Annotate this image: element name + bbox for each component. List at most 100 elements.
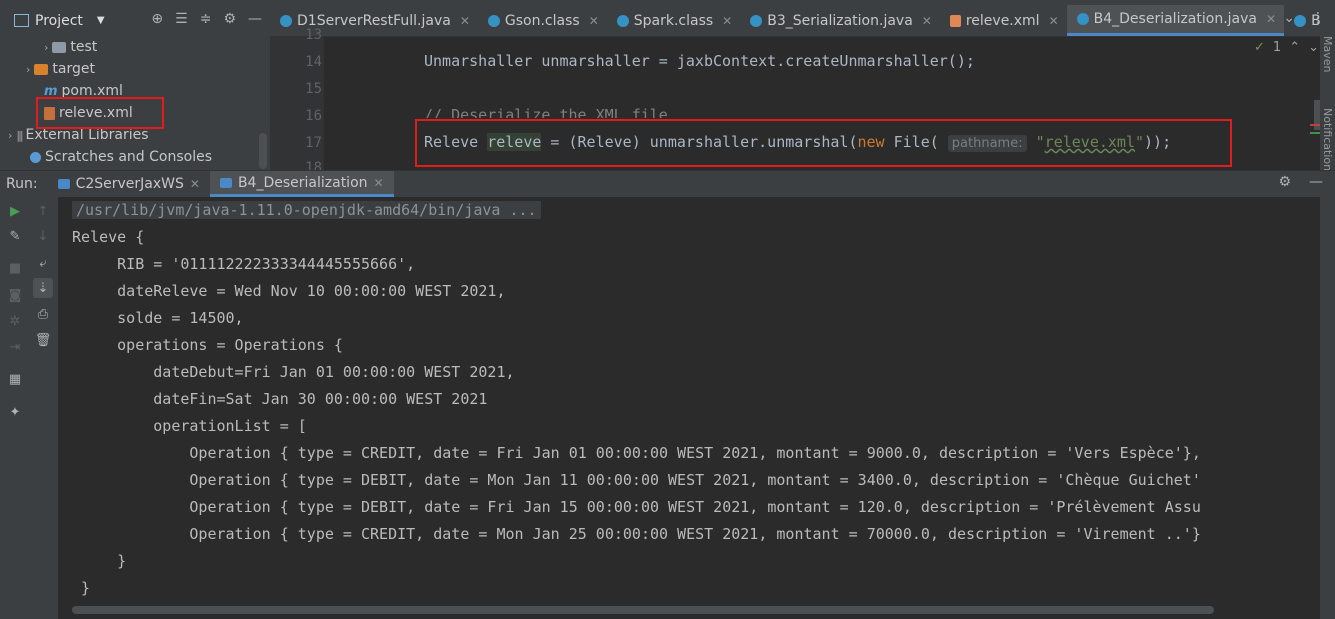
tree-item-test[interactable]: › test [44,36,97,58]
tab-label: Spark.class [633,12,714,29]
error-marker[interactable] [1310,124,1320,126]
java-class-icon [280,14,292,27]
hide-icon[interactable]: — [1309,174,1323,190]
close-icon[interactable]: ✕ [922,14,932,28]
scratch-icon [30,151,41,163]
expand-all-icon[interactable]: ☰ [175,11,188,27]
right-tool-strip-lower [1320,197,1335,619]
project-view-selector[interactable]: Project ▼ [14,13,105,29]
line-number: 15 [305,81,322,97]
folder-icon [34,63,49,75]
run-tab-c2serverjaxws[interactable]: C2ServerJaxWS ✕ [48,171,210,197]
collapse-all-icon[interactable]: ≑ [200,11,212,27]
settings-cog-icon[interactable]: ✲ [5,311,25,331]
down-arrow-icon[interactable]: ↓ [33,226,53,246]
chevron-right-icon: › [26,62,31,76]
chevron-down-icon[interactable]: ⌄ [1308,40,1319,55]
console-line: Operation { type = CREDIT, date = Mon Ja… [72,525,1201,543]
run-label: Run: [6,176,38,192]
inspection-count: 1 [1272,40,1282,55]
console-line: operationList = [ [72,417,307,435]
run-config-icon [57,179,70,189]
layout-icon[interactable]: ▦ [5,369,25,389]
close-icon[interactable]: ✕ [190,177,200,191]
close-icon[interactable]: ✕ [1049,14,1059,28]
line-number: 18 [305,160,322,170]
console-line: dateFin=Sat Jan 30 00:00:00 WEST 2021 [72,390,488,408]
console-line: Releve { [72,228,145,246]
run-tab-b4-deserialization[interactable]: B4_Deserialization ✕ [209,171,394,197]
change-marker[interactable] [1310,132,1320,134]
soft-wrap-icon[interactable]: ⤶ [33,253,53,273]
tree-item-label: External Libraries [25,127,149,143]
console-line: Operation { type = CREDIT, date = Fri Ja… [72,444,1201,462]
console-line: Operation { type = DEBIT, date = Mon Jan… [72,471,1201,489]
run-tab-label: C2ServerJaxWS [75,176,184,192]
run-side-toolbar: ▶ ↑ ✎ ↓ ■ ⤶ ⇣ ◙ ⎙ ✲ 🗑 ⇥ ▦ ✦ [0,197,58,619]
tab-b3-serialization[interactable]: B3_Serialization.java ✕ [740,5,940,36]
locate-icon[interactable]: ⊕ [151,11,163,27]
line-number: 13 [305,27,322,43]
highlight-box-releve-xml [36,97,164,129]
console-line: RIB = '011112222333344445555666', [72,255,416,273]
right-tool-strip: Maven Notifications [1320,36,1335,177]
tab-label: B3_Serialization.java [767,12,913,29]
console-line: Operation { type = DEBIT, date = Fri Jan… [72,498,1201,516]
stop-icon[interactable]: ■ [5,258,25,278]
project-icon [14,14,29,27]
tab-label: Gson.class [504,12,580,29]
print-icon[interactable]: ⎙ [33,304,53,324]
project-panel-header: Project ▼ ⊕ ☰ ≑ ⚙ — [0,5,270,36]
run-config-icon [219,177,232,188]
project-scrollbar[interactable] [259,133,267,169]
chevron-right-icon: › [44,40,49,54]
java-class-icon [750,14,763,27]
tab-label: B4_Deserialization.java [1093,11,1257,27]
line-number: 14 [305,54,322,70]
chevron-right-icon: › [8,128,13,142]
console-line: } [72,579,91,597]
tree-item-label: test [70,39,98,55]
close-icon[interactable]: ✕ [374,176,384,190]
code-line-16[interactable]: // Deserialize the XML file [424,106,668,118]
tab-b4-deserialization[interactable]: B4_Deserialization.java ✕ [1066,5,1285,36]
camera-icon[interactable]: ◙ [5,285,25,305]
hide-icon[interactable]: — [248,11,262,27]
up-arrow-icon[interactable]: ↑ [33,201,53,221]
tab-tools: ⌄ ⋮ [1283,10,1325,26]
highlight-box-code [415,119,1232,167]
console-line: dateReleve = Wed Nov 10 00:00:00 WEST 20… [72,282,506,300]
tab-label: releve.xml [965,12,1040,29]
tab-releve-xml[interactable]: releve.xml ✕ [940,5,1067,36]
tab-gson-class[interactable]: Gson.class ✕ [478,5,607,36]
console-command-text: /usr/lib/jvm/java-1.11.0-openjdk-amd64/b… [72,201,541,219]
gear-icon[interactable]: ⚙ [223,11,236,27]
scroll-to-end-icon[interactable]: ⇣ [33,278,53,298]
console-horizontal-scrollbar[interactable] [72,606,1214,614]
xml-file-icon [949,14,961,27]
tree-item-scratches[interactable]: Scratches and Consoles [30,146,212,168]
code-line-14[interactable]: Unmarshaller unmarshaller = jaxbContext.… [424,52,975,70]
editor-tabs: D1ServerRestFull.java ✕ Gson.class ✕ Spa… [270,5,1335,37]
exit-icon[interactable]: ⇥ [5,337,25,357]
tree-item-target[interactable]: › target [26,58,95,80]
maven-tool-label[interactable]: Maven [1321,36,1334,72]
close-icon[interactable]: ✕ [589,14,599,28]
trash-icon[interactable]: 🗑 [33,330,53,350]
console-command-line[interactable]: /usr/lib/jvm/java-1.11.0-openjdk-amd64/b… [72,201,541,219]
rerun-icon[interactable]: ▶ [5,201,25,221]
run-panel-header: Run: C2ServerJaxWS ✕ B4_Deserialization … [0,170,1335,198]
chevron-up-icon[interactable]: ⌃ [1289,40,1300,55]
close-icon[interactable]: ✕ [722,14,732,28]
notifications-tool-label[interactable]: Notifications [1321,108,1334,177]
pin-icon[interactable]: ✦ [5,402,25,422]
gear-icon[interactable]: ⚙ [1278,174,1291,190]
tab-spark-class[interactable]: Spark.class ✕ [607,5,740,36]
close-icon[interactable]: ✕ [1266,12,1276,26]
inspection-status[interactable]: ✓ 1 ⌃ ⌄ [1254,40,1319,55]
close-icon[interactable]: ✕ [460,14,470,28]
project-panel: Project ▼ ⊕ ☰ ≑ ⚙ — › test › target m po… [0,5,270,170]
wrench-icon[interactable]: ✎ [5,226,25,246]
more-icon[interactable]: ⋮ [1311,10,1325,26]
tab-list-chevron-icon[interactable]: ⌄ [1283,10,1295,26]
